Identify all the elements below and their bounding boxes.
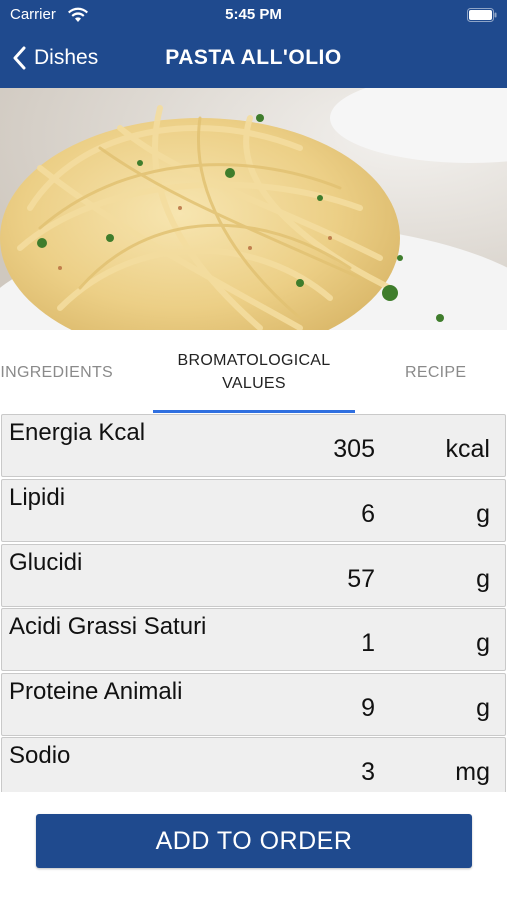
dish-detail-screen: Carrier 5:45 PM Dishes PASTA ALL'OLIO IN… bbox=[0, 0, 507, 900]
nutrient-name: Proteine Animali bbox=[9, 678, 183, 705]
nutrient-name: Glucidi bbox=[9, 549, 83, 576]
nutrient-name: Energia Kcal bbox=[9, 419, 146, 446]
dish-photo bbox=[0, 88, 507, 330]
nutrient-value: 3 bbox=[361, 758, 375, 786]
page-title: PASTA ALL'OLIO bbox=[165, 46, 342, 69]
nutrient-name: Lipidi bbox=[9, 484, 66, 511]
tab-bromatological-values[interactable]: BROMATOLOGICAL VALUES bbox=[153, 330, 355, 414]
navigation-bar: Dishes PASTA ALL'OLIO bbox=[0, 30, 507, 88]
tab-bar: INGREDIENTS BROMATOLOGICAL VALUES RECIPE bbox=[0, 330, 507, 414]
nutrient-value: 1 bbox=[361, 629, 375, 657]
bottom-action-area: ADD TO ORDER bbox=[0, 792, 507, 900]
nutrient-unit: g bbox=[476, 629, 490, 657]
table-row: Lipidi 6 g bbox=[1, 479, 506, 542]
nutrient-unit: kcal bbox=[445, 435, 490, 463]
tab-recipe[interactable]: RECIPE bbox=[355, 330, 507, 414]
nutrient-value: 305 bbox=[333, 435, 375, 463]
nutrient-table: Energia Kcal 305 kcal Lipidi 6 g Glucidi… bbox=[0, 414, 507, 792]
nutrient-unit: mg bbox=[455, 758, 490, 786]
nutrient-name: Sodio bbox=[9, 742, 71, 769]
nutrient-unit: g bbox=[476, 565, 490, 593]
battery-icon bbox=[467, 8, 497, 22]
table-row: Glucidi 57 g bbox=[1, 544, 506, 607]
nutrient-value: 9 bbox=[361, 694, 375, 722]
nutrient-value: 57 bbox=[347, 565, 375, 593]
header: Carrier 5:45 PM Dishes PASTA ALL'OLIO bbox=[0, 0, 507, 88]
tab-ingredients[interactable]: INGREDIENTS bbox=[0, 330, 153, 414]
tab-selection-indicator bbox=[153, 410, 355, 413]
add-to-order-button[interactable]: ADD TO ORDER bbox=[36, 814, 472, 868]
table-row: Sodio 3 mg bbox=[1, 737, 506, 792]
nutrient-unit: g bbox=[476, 500, 490, 528]
nutrient-name: Acidi Grassi Saturi bbox=[9, 613, 207, 640]
status-bar: Carrier 5:45 PM bbox=[0, 0, 507, 30]
table-row: Proteine Animali 9 g bbox=[1, 673, 506, 736]
nutrient-value: 6 bbox=[361, 500, 375, 528]
clock: 5:45 PM bbox=[225, 6, 282, 23]
table-row: Acidi Grassi Saturi 1 g bbox=[1, 608, 506, 671]
nutrient-unit: g bbox=[476, 694, 490, 722]
table-row: Energia Kcal 305 kcal bbox=[1, 414, 506, 477]
